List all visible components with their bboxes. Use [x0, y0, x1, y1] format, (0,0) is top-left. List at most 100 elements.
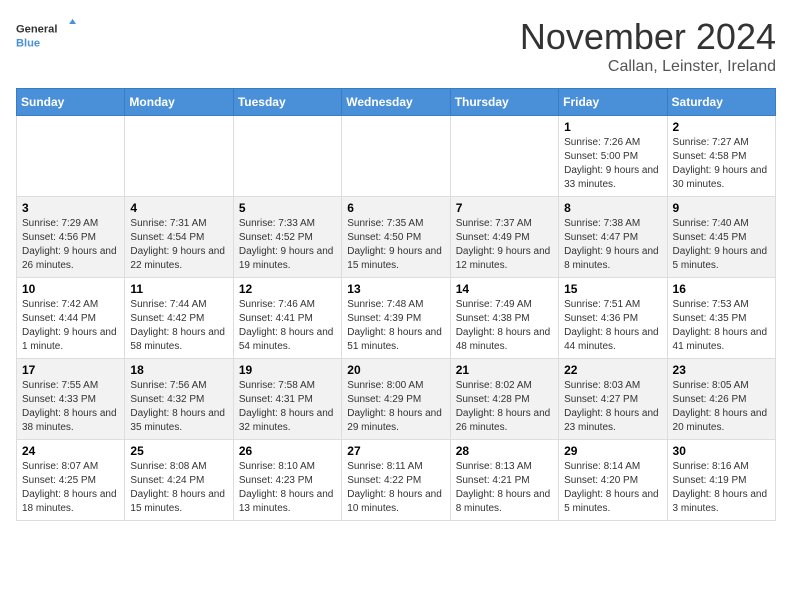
day-number: 5	[239, 201, 336, 215]
day-number: 24	[22, 444, 119, 458]
day-number: 10	[22, 282, 119, 296]
day-info: Sunrise: 8:16 AM Sunset: 4:19 PM Dayligh…	[673, 460, 770, 516]
day-number: 1	[564, 120, 661, 134]
day-info: Sunrise: 8:03 AM Sunset: 4:27 PM Dayligh…	[564, 379, 661, 435]
location-subtitle: Callan, Leinster, Ireland	[520, 58, 776, 76]
calendar-table: SundayMondayTuesdayWednesdayThursdayFrid…	[16, 88, 776, 521]
logo: General Blue	[16, 16, 76, 56]
day-number: 30	[673, 444, 770, 458]
calendar-cell: 24 Sunrise: 8:07 AM Sunset: 4:25 PM Dayli…	[17, 440, 125, 521]
day-number: 12	[239, 282, 336, 296]
calendar-cell: 5 Sunrise: 7:33 AM Sunset: 4:52 PM Daylig…	[233, 197, 341, 278]
page-header: General Blue November 2024 Callan, Leins…	[16, 16, 776, 76]
day-info: Sunrise: 7:48 AM Sunset: 4:39 PM Dayligh…	[347, 298, 444, 354]
calendar-cell: 1 Sunrise: 7:26 AM Sunset: 5:00 PM Daylig…	[559, 116, 667, 197]
day-number: 8	[564, 201, 661, 215]
calendar-cell	[342, 116, 450, 197]
calendar-cell: 7Sunrise: 7:37 AM Sunset: 4:49 PM Daylig…	[450, 197, 558, 278]
calendar-cell: 14 Sunrise: 7:49 AM Sunset: 4:38 PM Dayli…	[450, 278, 558, 359]
calendar-week-2: 3 Sunrise: 7:29 AM Sunset: 4:56 PM Daylig…	[17, 197, 776, 278]
calendar-cell: 27 Sunrise: 8:11 AM Sunset: 4:22 PM Dayli…	[342, 440, 450, 521]
calendar-cell: 17Sunrise: 7:55 AM Sunset: 4:33 PM Dayli…	[17, 359, 125, 440]
day-info: Sunrise: 7:58 AM Sunset: 4:31 PM Dayligh…	[239, 379, 336, 435]
calendar-cell: 2Sunrise: 7:27 AM Sunset: 4:58 PM Daylig…	[667, 116, 775, 197]
month-title: November 2024	[520, 16, 776, 58]
calendar-cell	[125, 116, 233, 197]
calendar-cell	[450, 116, 558, 197]
logo-svg: General Blue	[16, 16, 76, 56]
calendar-cell: 28 Sunrise: 8:13 AM Sunset: 4:21 PM Dayli…	[450, 440, 558, 521]
col-header-friday: Friday	[559, 89, 667, 116]
calendar-cell: 18 Sunrise: 7:56 AM Sunset: 4:32 PM Dayli…	[125, 359, 233, 440]
col-header-monday: Monday	[125, 89, 233, 116]
day-number: 26	[239, 444, 336, 458]
calendar-cell: 26 Sunrise: 8:10 AM Sunset: 4:23 PM Dayli…	[233, 440, 341, 521]
day-info: Sunrise: 7:35 AM Sunset: 4:50 PM Dayligh…	[347, 217, 444, 273]
day-number: 22	[564, 363, 661, 377]
day-number: 9	[673, 201, 770, 215]
day-info: Sunrise: 7:49 AM Sunset: 4:38 PM Dayligh…	[456, 298, 553, 354]
day-number: 20	[347, 363, 444, 377]
day-info: Sunrise: 8:10 AM Sunset: 4:23 PM Dayligh…	[239, 460, 336, 516]
day-info: Sunrise: 7:53 AM Sunset: 4:35 PM Dayligh…	[673, 298, 770, 354]
calendar-cell: 10Sunrise: 7:42 AM Sunset: 4:44 PM Dayli…	[17, 278, 125, 359]
day-number: 4	[130, 201, 227, 215]
day-info: Sunrise: 8:07 AM Sunset: 4:25 PM Dayligh…	[22, 460, 119, 516]
day-number: 29	[564, 444, 661, 458]
col-header-wednesday: Wednesday	[342, 89, 450, 116]
day-number: 14	[456, 282, 553, 296]
day-info: Sunrise: 7:56 AM Sunset: 4:32 PM Dayligh…	[130, 379, 227, 435]
day-info: Sunrise: 8:05 AM Sunset: 4:26 PM Dayligh…	[673, 379, 770, 435]
calendar-cell: 13 Sunrise: 7:48 AM Sunset: 4:39 PM Dayli…	[342, 278, 450, 359]
day-number: 27	[347, 444, 444, 458]
calendar-cell: 6 Sunrise: 7:35 AM Sunset: 4:50 PM Daylig…	[342, 197, 450, 278]
day-info: Sunrise: 7:44 AM Sunset: 4:42 PM Dayligh…	[130, 298, 227, 354]
day-info: Sunrise: 8:11 AM Sunset: 4:22 PM Dayligh…	[347, 460, 444, 516]
day-number: 13	[347, 282, 444, 296]
day-info: Sunrise: 7:29 AM Sunset: 4:56 PM Dayligh…	[22, 217, 119, 273]
day-number: 19	[239, 363, 336, 377]
calendar-cell	[233, 116, 341, 197]
day-number: 16	[673, 282, 770, 296]
calendar-cell: 25 Sunrise: 8:08 AM Sunset: 4:24 PM Dayli…	[125, 440, 233, 521]
calendar-cell: 23 Sunrise: 8:05 AM Sunset: 4:26 PM Dayli…	[667, 359, 775, 440]
day-number: 25	[130, 444, 227, 458]
calendar-cell: 11Sunrise: 7:44 AM Sunset: 4:42 PM Dayli…	[125, 278, 233, 359]
calendar-cell: 9Sunrise: 7:40 AM Sunset: 4:45 PM Daylig…	[667, 197, 775, 278]
day-number: 21	[456, 363, 553, 377]
calendar-cell	[17, 116, 125, 197]
calendar-cell: 21 Sunrise: 8:02 AM Sunset: 4:28 PM Dayli…	[450, 359, 558, 440]
day-info: Sunrise: 8:02 AM Sunset: 4:28 PM Dayligh…	[456, 379, 553, 435]
calendar-cell: 16 Sunrise: 7:53 AM Sunset: 4:35 PM Dayli…	[667, 278, 775, 359]
day-number: 2	[673, 120, 770, 134]
day-info: Sunrise: 7:33 AM Sunset: 4:52 PM Dayligh…	[239, 217, 336, 273]
day-info: Sunrise: 8:08 AM Sunset: 4:24 PM Dayligh…	[130, 460, 227, 516]
title-area: November 2024 Callan, Leinster, Ireland	[520, 16, 776, 76]
day-number: 3	[22, 201, 119, 215]
calendar-week-4: 17Sunrise: 7:55 AM Sunset: 4:33 PM Dayli…	[17, 359, 776, 440]
col-header-tuesday: Tuesday	[233, 89, 341, 116]
day-number: 6	[347, 201, 444, 215]
calendar-cell: 4 Sunrise: 7:31 AM Sunset: 4:54 PM Daylig…	[125, 197, 233, 278]
day-info: Sunrise: 7:38 AM Sunset: 4:47 PM Dayligh…	[564, 217, 661, 273]
day-info: Sunrise: 7:26 AM Sunset: 5:00 PM Dayligh…	[564, 136, 661, 192]
day-number: 28	[456, 444, 553, 458]
calendar-cell: 30 Sunrise: 8:16 AM Sunset: 4:19 PM Dayli…	[667, 440, 775, 521]
day-info: Sunrise: 7:55 AM Sunset: 4:33 PM Dayligh…	[22, 379, 119, 435]
calendar-cell: 22 Sunrise: 8:03 AM Sunset: 4:27 PM Dayli…	[559, 359, 667, 440]
day-info: Sunrise: 8:13 AM Sunset: 4:21 PM Dayligh…	[456, 460, 553, 516]
col-header-sunday: Sunday	[17, 89, 125, 116]
calendar-week-3: 10Sunrise: 7:42 AM Sunset: 4:44 PM Dayli…	[17, 278, 776, 359]
day-number: 18	[130, 363, 227, 377]
calendar-cell: 3 Sunrise: 7:29 AM Sunset: 4:56 PM Daylig…	[17, 197, 125, 278]
calendar-cell: 15Sunrise: 7:51 AM Sunset: 4:36 PM Dayli…	[559, 278, 667, 359]
calendar-cell: 12 Sunrise: 7:46 AM Sunset: 4:41 PM Dayli…	[233, 278, 341, 359]
day-info: Sunrise: 7:31 AM Sunset: 4:54 PM Dayligh…	[130, 217, 227, 273]
calendar-cell: 20Sunrise: 8:00 AM Sunset: 4:29 PM Dayli…	[342, 359, 450, 440]
day-info: Sunrise: 8:14 AM Sunset: 4:20 PM Dayligh…	[564, 460, 661, 516]
day-info: Sunrise: 7:37 AM Sunset: 4:49 PM Dayligh…	[456, 217, 553, 273]
col-header-saturday: Saturday	[667, 89, 775, 116]
calendar-cell: 8 Sunrise: 7:38 AM Sunset: 4:47 PM Daylig…	[559, 197, 667, 278]
day-info: Sunrise: 7:46 AM Sunset: 4:41 PM Dayligh…	[239, 298, 336, 354]
day-number: 23	[673, 363, 770, 377]
